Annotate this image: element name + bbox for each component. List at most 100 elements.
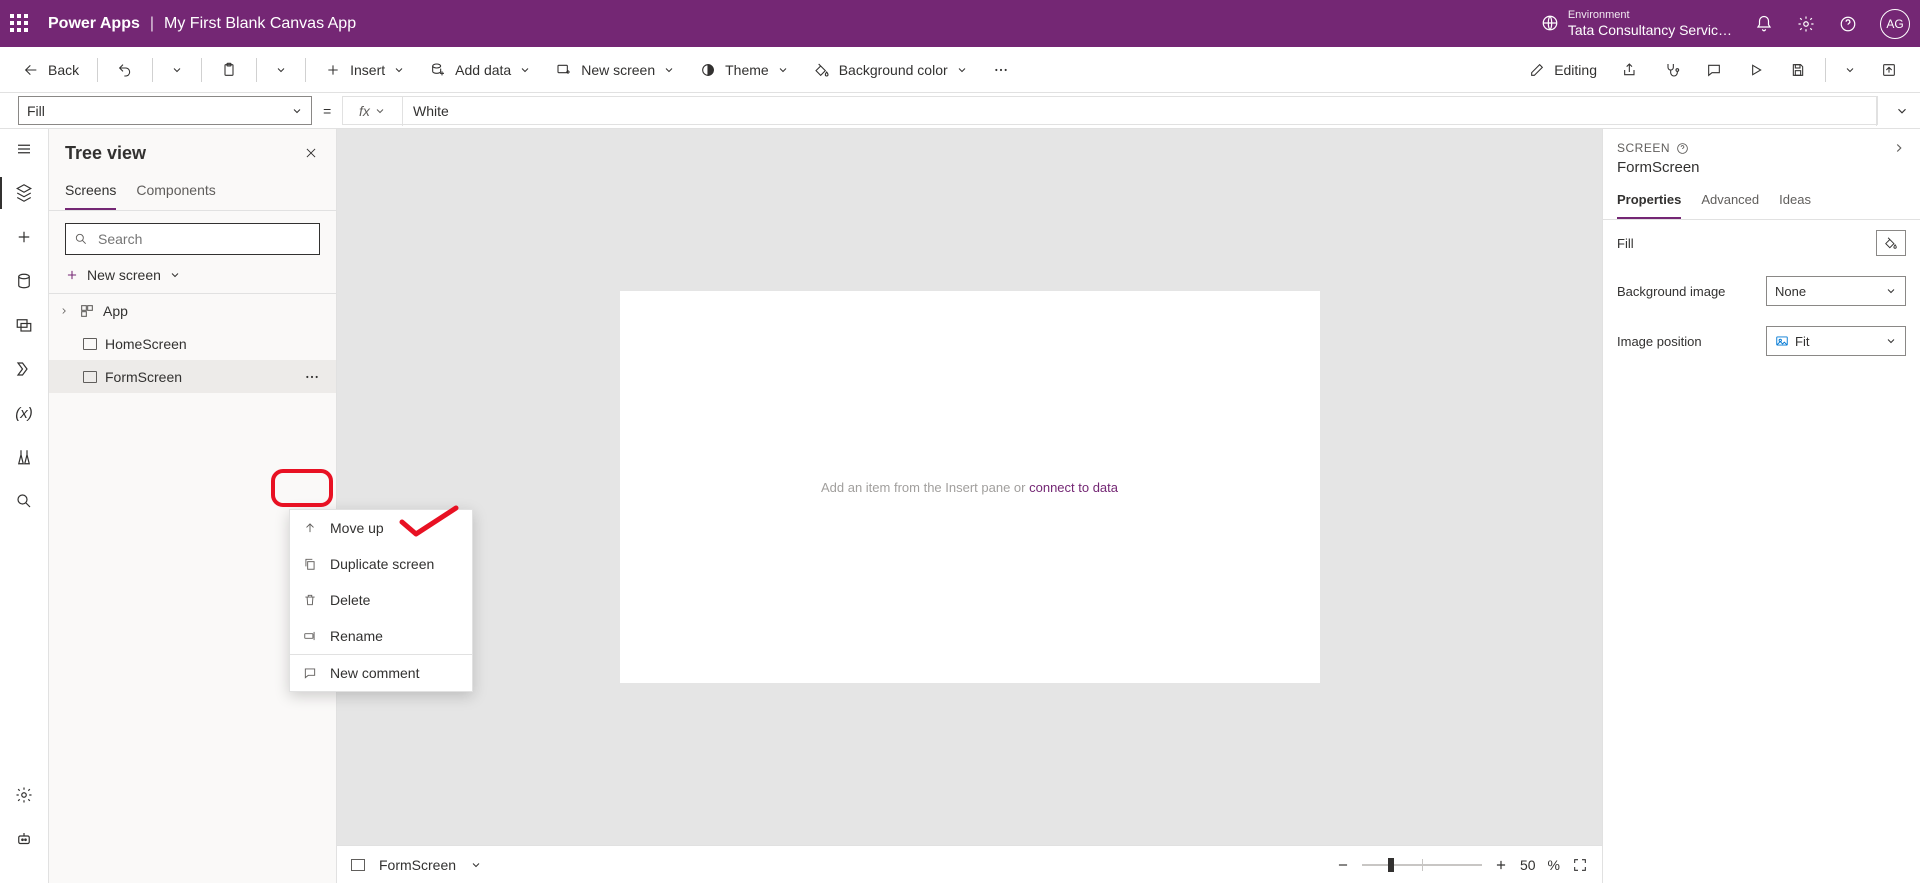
context-menu: Move up Duplicate screen Delete Rename N… <box>289 509 473 692</box>
tree-item-homescreen[interactable]: HomeScreen <box>49 327 336 360</box>
tree-search[interactable] <box>65 223 320 255</box>
zoom-slider[interactable] <box>1362 864 1482 866</box>
formula-input[interactable]: White <box>403 96 1877 126</box>
app-checker-button[interactable] <box>1653 55 1691 85</box>
undo-button[interactable] <box>106 55 144 85</box>
ctx-new-comment[interactable]: New comment <box>290 655 472 691</box>
zoom-in-button[interactable] <box>1494 858 1508 872</box>
canvas-hint: Add an item from the Insert pane or conn… <box>821 480 1118 495</box>
tree-item-more-button[interactable] <box>300 365 324 389</box>
connect-to-data-link[interactable]: connect to data <box>1029 480 1118 495</box>
bg-image-value: None <box>1775 284 1806 299</box>
paste-button[interactable] <box>210 55 248 85</box>
tree-new-screen-button[interactable]: New screen <box>49 261 336 293</box>
save-dropdown[interactable] <box>1834 58 1866 82</box>
help-icon[interactable] <box>1676 142 1689 155</box>
tree-item-label: FormScreen <box>105 369 182 385</box>
publish-button[interactable] <box>1870 55 1908 85</box>
overflow-button[interactable] <box>982 55 1020 85</box>
ctx-duplicate[interactable]: Duplicate screen <box>290 546 472 582</box>
tab-screens[interactable]: Screens <box>65 176 116 210</box>
chevron-down-icon <box>1844 64 1856 76</box>
play-icon <box>1747 61 1765 79</box>
prop-row-fill: Fill <box>1603 220 1920 266</box>
separator <box>201 58 202 82</box>
zoom-out-button[interactable] <box>1336 858 1350 872</box>
tab-properties[interactable]: Properties <box>1617 184 1681 219</box>
bg-image-select[interactable]: None <box>1766 276 1906 306</box>
chevron-down-icon <box>275 64 287 76</box>
tools-rail-icon[interactable] <box>14 447 34 467</box>
property-selector[interactable]: Fill <box>18 96 312 125</box>
save-button[interactable] <box>1779 55 1817 85</box>
chevron-right-icon[interactable] <box>1892 141 1906 155</box>
tree-item-label: App <box>103 303 128 319</box>
settings-icon[interactable] <box>1796 14 1816 34</box>
fit-to-screen-button[interactable] <box>1572 857 1588 873</box>
tab-components[interactable]: Components <box>136 176 215 210</box>
variables-rail-icon[interactable]: (x) <box>14 403 34 423</box>
tab-advanced[interactable]: Advanced <box>1701 184 1759 219</box>
ctx-move-up[interactable]: Move up <box>290 510 472 546</box>
theme-button[interactable]: Theme <box>689 55 799 85</box>
formula-expand-button[interactable] <box>1884 93 1920 128</box>
separator <box>97 58 98 82</box>
settings-rail-icon[interactable] <box>14 785 34 805</box>
copy-icon <box>302 556 318 572</box>
tab-ideas[interactable]: Ideas <box>1779 184 1811 219</box>
help-icon[interactable] <box>1838 14 1858 34</box>
editing-label: Editing <box>1554 62 1597 78</box>
media-rail-icon[interactable] <box>14 315 34 335</box>
trash-icon <box>302 592 318 608</box>
notifications-icon[interactable] <box>1754 14 1774 34</box>
chevron-down-icon <box>519 64 531 76</box>
screen-icon <box>83 371 97 383</box>
add-data-button[interactable]: Add data <box>419 55 541 85</box>
new-screen-icon <box>555 61 573 79</box>
separator <box>1825 58 1826 82</box>
tree-item-label: HomeScreen <box>105 336 187 352</box>
undo-dropdown[interactable] <box>161 58 193 82</box>
ctx-delete[interactable]: Delete <box>290 582 472 618</box>
property-name: Fill <box>27 103 45 119</box>
hamburger-icon[interactable] <box>14 139 34 159</box>
insert-rail-icon[interactable] <box>14 227 34 247</box>
ask-virtual-agent-icon[interactable] <box>14 829 34 849</box>
chevron-down-icon <box>1885 285 1897 297</box>
tree-item-app[interactable]: App <box>49 294 336 327</box>
share-button[interactable] <box>1611 55 1649 85</box>
comments-button[interactable] <box>1695 55 1733 85</box>
bg-color-button[interactable]: Background color <box>803 55 978 85</box>
close-panel-button[interactable] <box>304 146 320 162</box>
ctx-rename[interactable]: Rename <box>290 618 472 654</box>
new-screen-button[interactable]: New screen <box>545 55 685 85</box>
environment-label: Environment <box>1568 9 1732 22</box>
chevron-down-icon <box>169 269 181 281</box>
fx-label[interactable]: fx <box>343 96 403 126</box>
user-avatar[interactable]: AG <box>1880 9 1910 39</box>
search-rail-icon[interactable] <box>14 491 34 511</box>
chevron-down-icon <box>777 64 789 76</box>
editing-mode-button[interactable]: Editing <box>1518 55 1607 85</box>
power-automate-rail-icon[interactable] <box>14 359 34 379</box>
tree-item-formscreen[interactable]: FormScreen <box>49 360 336 393</box>
hint-text: Add an item from the Insert pane <box>821 480 1010 495</box>
environment-picker[interactable]: Environment Tata Consultancy Servic… <box>1540 9 1732 38</box>
prop-label: Image position <box>1617 334 1702 349</box>
design-canvas[interactable]: Add an item from the Insert pane or conn… <box>620 291 1320 683</box>
ctx-label: Move up <box>330 520 384 536</box>
chevron-down-icon[interactable] <box>470 859 482 871</box>
tree-search-input[interactable] <box>96 230 311 248</box>
back-button[interactable]: Back <box>12 55 89 85</box>
insert-button[interactable]: Insert <box>314 55 415 85</box>
preview-button[interactable] <box>1737 55 1775 85</box>
tree-view-icon[interactable] <box>14 183 34 203</box>
data-rail-icon[interactable] <box>14 271 34 291</box>
image-icon <box>1775 334 1789 348</box>
chevron-right-icon[interactable] <box>57 306 71 316</box>
paste-dropdown[interactable] <box>265 58 297 82</box>
tree-tabs: Screens Components <box>49 170 336 211</box>
image-position-select[interactable]: Fit <box>1766 326 1906 356</box>
fill-color-picker[interactable] <box>1876 230 1906 256</box>
app-launcher-icon[interactable] <box>10 14 30 34</box>
